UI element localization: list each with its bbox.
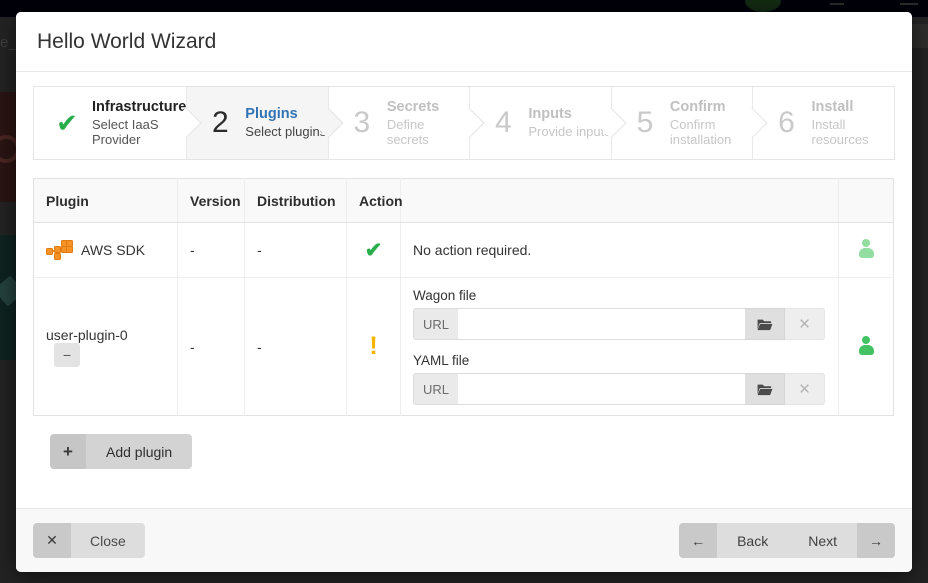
page-title: Hello World Wizard <box>37 29 217 53</box>
step-number: 2 <box>211 106 229 139</box>
step-number: 3 <box>353 106 371 139</box>
person-icon <box>858 239 875 258</box>
version-value: - <box>190 242 195 258</box>
close-button[interactable]: ✕ Close <box>33 523 145 558</box>
yaml-browse-button[interactable] <box>745 373 785 405</box>
distribution-value: - <box>257 242 262 258</box>
cell-detail: Wagon file URL ✕ YAML file URL ✕ <box>400 277 839 416</box>
cell-version: - <box>177 277 245 416</box>
close-icon: ✕ <box>798 316 811 333</box>
wizard-step-secrets[interactable]: 3 Secrets Define secrets <box>327 87 485 159</box>
plugin-name: AWS SDK <box>81 242 146 258</box>
distribution-value: - <box>257 338 262 355</box>
step-desc: Select IaaS Provider <box>92 116 159 148</box>
wizard-step-infrastructure[interactable]: ✔ Infrastructure Select IaaS Provider <box>34 87 202 159</box>
wagon-file-label: Wagon file <box>413 288 477 303</box>
table-row: AWS SDK - - ✔ No action required. <box>33 222 894 278</box>
yaml-url-addon: URL <box>413 373 458 405</box>
wagon-url-input[interactable] <box>458 308 745 340</box>
next-arrow-button[interactable]: → <box>857 523 895 558</box>
cell-user <box>838 222 894 278</box>
wagon-file-input-group: URL ✕ <box>413 308 825 340</box>
cell-user <box>839 278 894 416</box>
version-value: - <box>190 338 195 355</box>
back-arrow-button[interactable]: ← <box>679 523 718 558</box>
column-header-distribution: Distribution <box>244 178 347 223</box>
back-button[interactable]: Back <box>717 523 789 558</box>
wagon-url-addon: URL <box>413 308 458 340</box>
close-icon: ✕ <box>33 523 71 558</box>
step-name: Install <box>811 98 854 115</box>
wizard-step-install[interactable]: 6 Install Install resources <box>752 87 895 159</box>
aws-cluster-icon <box>46 239 73 261</box>
modal-header: Hello World Wizard <box>16 12 912 72</box>
cell-version: - <box>177 222 245 278</box>
add-plugin-button[interactable]: + Add plugin <box>50 434 193 469</box>
folder-open-icon <box>757 319 772 330</box>
action-status-text: No action required. <box>413 242 532 258</box>
backdrop-dash-left <box>830 3 844 5</box>
modal-footer: ✕ Close ← Back Next → <box>16 508 912 572</box>
wagon-browse-button[interactable] <box>745 308 785 340</box>
remove-plugin-button[interactable]: − <box>54 342 80 367</box>
cell-distribution: - <box>244 277 347 416</box>
plugins-table: Plugin Version Distribution Action AWS S… <box>33 178 894 416</box>
step-check-icon: ✔ <box>56 107 78 138</box>
cell-distribution: - <box>244 222 347 278</box>
yaml-file-label: YAML file <box>413 353 470 368</box>
step-name: Infrastructure <box>92 98 187 115</box>
step-number: 6 <box>778 106 795 139</box>
yaml-file-input-group: URL ✕ <box>413 373 825 405</box>
table-header-row: Plugin Version Distribution Action <box>33 178 894 223</box>
wizard-step-inputs[interactable]: 4 Inputs Provide inputs <box>469 87 627 159</box>
modal-body: Plugin Version Distribution Action AWS S… <box>16 160 912 508</box>
column-header-action: Action <box>346 178 403 223</box>
folder-open-icon <box>757 384 772 395</box>
step-number: 4 <box>495 106 512 139</box>
cell-detail: No action required. <box>400 222 839 278</box>
plugin-name: user-plugin-0 <box>46 326 128 343</box>
add-plugin-label: Add plugin <box>86 434 193 469</box>
step-desc: Select plugins <box>245 124 327 140</box>
plugins-table-head: Plugin Version Distribution Action <box>33 178 894 223</box>
column-header-version: Version <box>177 178 245 223</box>
wizard-steps: ✔ Infrastructure Select IaaS Provider 2 … <box>33 86 895 160</box>
check-icon: ✔ <box>364 238 383 262</box>
step-number: 5 <box>636 106 654 139</box>
column-header-user <box>838 178 894 223</box>
arrow-right-icon: → <box>869 532 883 549</box>
warning-icon: ! <box>369 332 378 360</box>
cell-plugin: user-plugin-0 − <box>33 277 178 416</box>
step-name: Secrets <box>386 98 440 115</box>
wagon-clear-button[interactable]: ✕ <box>785 308 825 340</box>
close-icon: ✕ <box>798 381 811 398</box>
cell-action: ! <box>346 277 401 416</box>
table-row: user-plugin-0 − - - ! Wagon file URL ✕ Y… <box>33 277 894 416</box>
column-header-detail <box>400 178 839 223</box>
wizard-step-plugins[interactable]: 2 Plugins Select plugins <box>186 87 344 159</box>
step-desc: Install resources <box>811 116 869 148</box>
next-button[interactable]: Next <box>788 523 857 558</box>
yaml-clear-button[interactable]: ✕ <box>785 373 825 405</box>
wizard-step-confirm[interactable]: 5 Confirm Confirm installation <box>610 87 769 159</box>
backdrop-dash-right <box>900 3 918 5</box>
close-button-label: Close <box>71 523 145 558</box>
wagon-file-group: Wagon file URL ✕ <box>413 288 826 340</box>
column-header-plugin: Plugin <box>33 178 178 223</box>
cell-action: ✔ <box>346 222 401 278</box>
wizard-nav-group: ← Back Next → <box>679 523 895 558</box>
cell-plugin: AWS SDK <box>33 222 178 278</box>
arrow-left-icon: ← <box>691 532 706 549</box>
wizard-modal: Hello World Wizard ✔ Infrastructure Sele… <box>16 12 912 572</box>
yaml-url-input[interactable] <box>458 373 745 405</box>
step-name: Confirm <box>669 98 726 115</box>
plus-icon: + <box>50 434 86 469</box>
yaml-file-group: YAML file URL ✕ <box>413 353 826 405</box>
plugins-table-body: AWS SDK - - ✔ No action required. user-p… <box>33 222 894 416</box>
person-icon <box>858 335 875 355</box>
